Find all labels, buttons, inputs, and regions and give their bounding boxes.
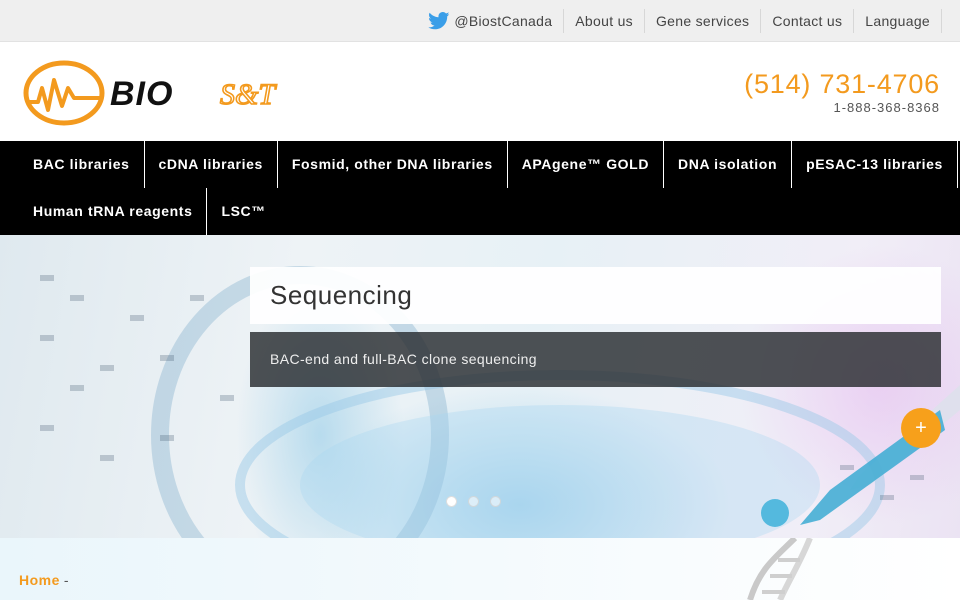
nav-item-lsc[interactable]: LSC™ [207, 188, 279, 235]
svg-text:BIO: BIO [110, 75, 173, 113]
bio-st-logo[interactable]: BIO S&T [22, 58, 304, 128]
nav-item-pesac-libraries[interactable]: pESAC-13 libraries [792, 141, 958, 188]
twitter-link[interactable]: @BiostCanada [417, 9, 565, 33]
nav-row-2: Human tRNA reagents LSC™ [19, 188, 960, 235]
slide-caption-box: BAC-end and full-BAC clone sequencing [250, 332, 941, 387]
slider-dot-2[interactable] [468, 496, 479, 507]
main-navigation: BAC libraries cDNA libraries Fosmid, oth… [0, 141, 960, 235]
twitter-icon [428, 12, 450, 30]
twitter-handle: @BiostCanada [454, 13, 553, 29]
slide-title-box: Sequencing [250, 267, 941, 324]
dna-helix-image [747, 538, 813, 600]
slider-dot-3[interactable] [490, 496, 501, 507]
hero-slider[interactable]: Sequencing BAC-end and full-BAC clone se… [0, 235, 960, 538]
contact-us-link[interactable]: Contact us [761, 9, 855, 33]
slider-pagination [446, 496, 501, 507]
slide-title: Sequencing [270, 280, 413, 310]
nav-row-1: BAC libraries cDNA libraries Fosmid, oth… [19, 141, 960, 188]
phone-number[interactable]: (514) 731-4706 [744, 68, 940, 100]
breadcrumb-separator: - [63, 572, 70, 588]
slide-caption: BAC-end and full-BAC clone sequencing [270, 351, 537, 367]
nav-item-dna-isolation[interactable]: DNA isolation [664, 141, 793, 188]
top-utility-bar: @BiostCanada About us Gene services Cont… [0, 0, 960, 42]
nav-item-human-trna-reagents[interactable]: Human tRNA reagents [19, 188, 208, 235]
breadcrumb: Home - [19, 572, 69, 588]
toll-free-number[interactable]: 1-888-368-8368 [744, 100, 940, 116]
nav-item-bac-libraries[interactable]: BAC libraries [19, 141, 145, 188]
svg-text:S&T: S&T [220, 78, 277, 111]
nav-item-apagene-gold[interactable]: APAgene™ GOLD [508, 141, 665, 188]
plus-icon[interactable]: + [901, 408, 941, 448]
language-link[interactable]: Language [854, 9, 942, 33]
topbar-links: @BiostCanada About us Gene services Cont… [417, 0, 942, 42]
gene-services-link[interactable]: Gene services [645, 9, 762, 33]
nav-item-fosmid-libraries[interactable]: Fosmid, other DNA libraries [278, 141, 508, 188]
content-header: Home - [0, 538, 960, 600]
about-us-link[interactable]: About us [564, 9, 645, 33]
slider-dot-1[interactable] [446, 496, 457, 507]
nav-item-cdna-libraries[interactable]: cDNA libraries [145, 141, 278, 188]
breadcrumb-home[interactable]: Home [19, 572, 60, 588]
contact-phone-block: (514) 731-4706 1-888-368-8368 [744, 68, 940, 116]
